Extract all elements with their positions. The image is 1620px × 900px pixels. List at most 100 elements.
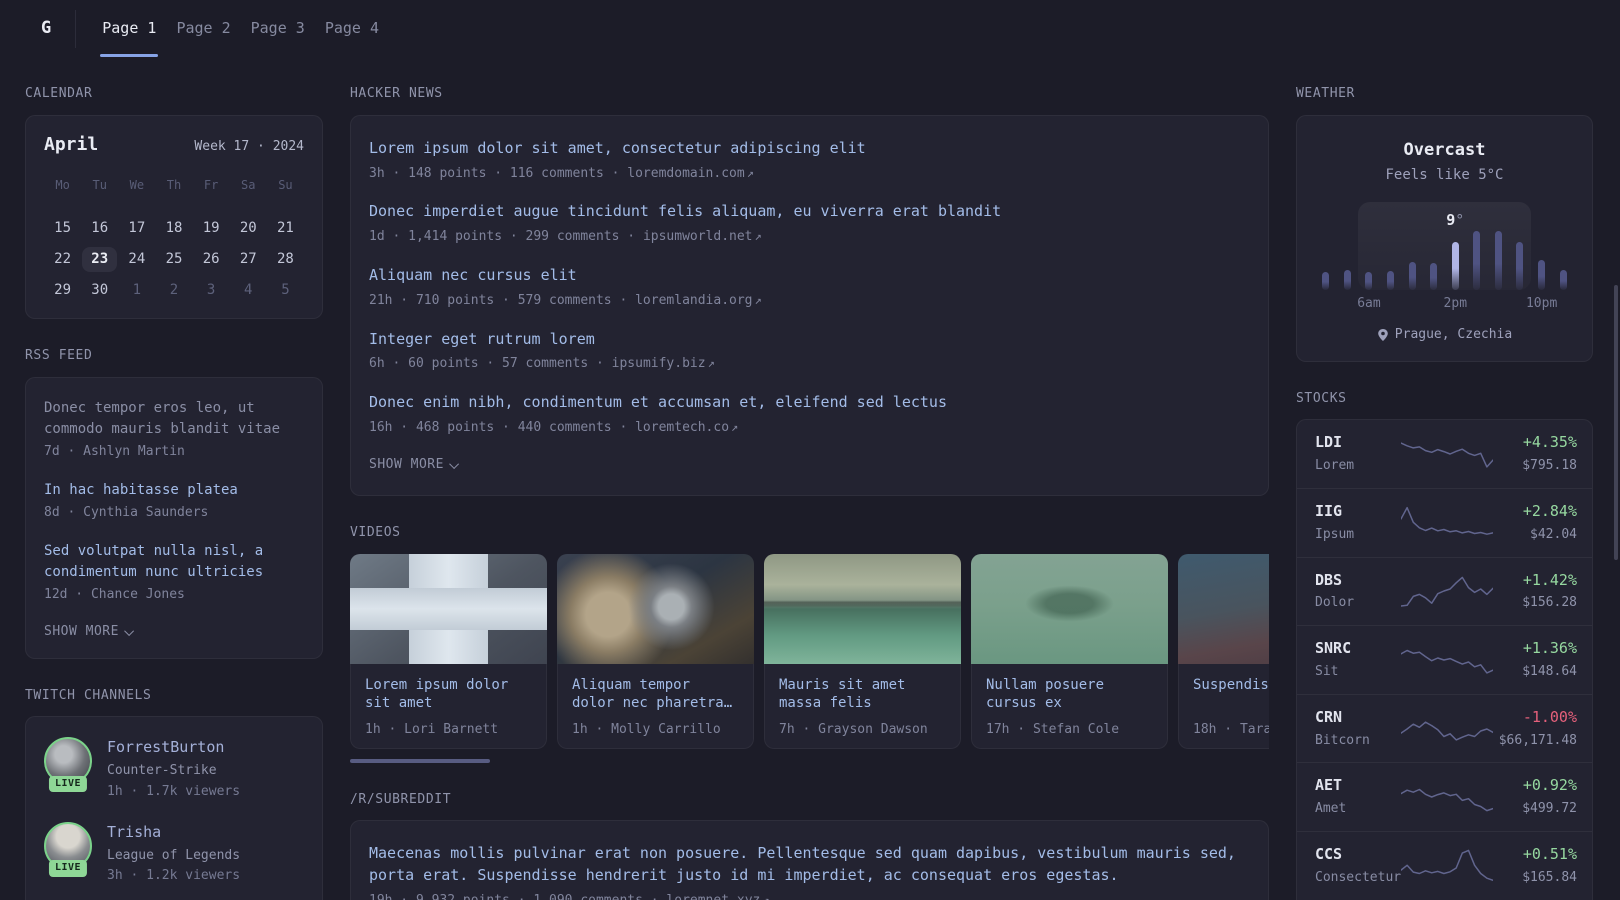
hackernews-item-source-link[interactable]: loremdomain.com <box>627 166 744 181</box>
weather-hourly-chart: 9° <box>1315 201 1574 290</box>
carousel-scrollbar-thumb[interactable] <box>350 758 490 763</box>
twitch-channel-row[interactable]: LIVE Trisha League of Legends 3h · 1.2k … <box>44 821 304 886</box>
video-card-body: Aliquam tempor dolor nec pharetra… 1h · … <box>557 663 754 749</box>
video-card[interactable]: Aliquam tempor dolor nec pharetra… 1h · … <box>557 553 754 749</box>
hackernews-item-source-link[interactable]: ipsumify.biz <box>612 356 706 371</box>
stock-price: $165.84 <box>1522 869 1577 885</box>
hackernews-item-meta: 1d · 1,414 points · 299 comments · ipsum… <box>369 229 762 245</box>
stock-row[interactable]: IIG Ipsum +2.84% $42.04 <box>1297 488 1592 557</box>
external-link-icon: ↗ <box>762 892 770 900</box>
rss-item-title[interactable]: In hac habitasse platea <box>44 480 304 502</box>
stock-row[interactable]: CCS Consectetur +0.51% $165.84 <box>1297 831 1592 900</box>
stock-row[interactable]: SNRC Sit +1.36% $148.64 <box>1297 625 1592 694</box>
stock-identity: LDI Lorem <box>1315 432 1401 476</box>
weather-temperature-bar <box>1343 269 1351 290</box>
hackernews-item-title[interactable]: Aliquam nec cursus elit <box>369 265 1250 287</box>
weather-temperature-bar <box>1516 241 1524 290</box>
calendar-weekday: Th <box>166 177 182 192</box>
weather-condition: Overcast <box>1403 139 1486 160</box>
page-tab[interactable]: Page 4 <box>323 0 381 57</box>
weather-bar-slot <box>1358 202 1380 290</box>
calendar-day: 5 <box>281 282 290 299</box>
video-card[interactable]: Suspendisse diam 18h · Tara <box>1178 553 1269 749</box>
reddit-post-source-link[interactable]: loremnet.xyz <box>666 893 760 900</box>
page-scrollbar-thumb[interactable] <box>1614 285 1618 560</box>
hackernews-item-title[interactable]: Donec imperdiet augue tincidunt felis al… <box>369 201 1250 223</box>
stock-row[interactable]: DBS Dolor +1.42% $156.28 <box>1297 556 1592 626</box>
app-logo[interactable]: G <box>25 16 75 41</box>
video-title[interactable]: Aliquam tempor dolor nec pharetra… <box>572 676 739 713</box>
calendar-day: 15 <box>54 220 71 237</box>
rss-item-meta: 7d · Ashlyn Martin <box>44 444 185 460</box>
stock-row[interactable]: AET Amet +0.92% $499.72 <box>1297 762 1592 831</box>
stock-symbol: CRN <box>1315 707 1343 726</box>
hackernews-show-more-button[interactable]: SHOW MORE <box>369 456 1250 475</box>
rss-item-title[interactable]: Donec tempor eros leo, ut commodo mauris… <box>44 398 304 441</box>
external-link-icon: ↗ <box>754 292 762 307</box>
header-divider <box>75 9 77 48</box>
stock-name: Dolor <box>1315 595 1355 611</box>
hackernews-item-source-link[interactable]: ipsumworld.net <box>643 229 753 244</box>
weather-temperature-bar <box>1387 270 1395 290</box>
avatar: LIVE <box>44 737 92 793</box>
video-thumbnail[interactable] <box>764 553 961 664</box>
middle-column: HACKER NEWS Lorem ipsum dolor sit amet, … <box>350 57 1269 900</box>
rss-item-title[interactable]: Sed volutpat nulla nisl, a condimentum n… <box>44 541 304 584</box>
page-tab[interactable]: Page 2 <box>174 0 232 57</box>
weather-time-label: 6am <box>1357 295 1381 311</box>
video-title[interactable]: Lorem ipsum dolor sit amet consectetu… <box>365 676 532 713</box>
video-title[interactable]: Nullam posuere cursus ex <box>986 676 1153 713</box>
stock-symbol: IIG <box>1315 502 1343 521</box>
video-card-body: Suspendisse diam 18h · Tara <box>1178 663 1269 749</box>
calendar-day: 3 <box>206 282 216 299</box>
video-card[interactable]: Lorem ipsum dolor sit amet consectetu… 1… <box>350 553 547 749</box>
stock-row[interactable]: LDI Lorem +4.35% $795.18 <box>1297 420 1592 488</box>
weather-bar-slot <box>1315 202 1337 290</box>
video-card-body: Lorem ipsum dolor sit amet consectetu… 1… <box>350 663 547 749</box>
video-title[interactable]: Mauris sit amet massa felis <box>779 676 946 713</box>
video-title[interactable]: Suspendisse diam <box>1193 676 1269 713</box>
stock-price: $156.28 <box>1522 595 1577 611</box>
stock-price: $42.04 <box>1530 526 1577 542</box>
stock-name: Bitcorn <box>1315 732 1370 748</box>
video-thumbnail[interactable] <box>350 553 547 664</box>
hackernews-item-source-link[interactable]: loremlandia.org <box>635 293 752 308</box>
video-thumbnail[interactable] <box>1178 553 1269 664</box>
weather-temperature-bar <box>1322 271 1330 290</box>
stock-symbol: AET <box>1315 776 1343 795</box>
hackernews-item: Lorem ipsum dolor sit amet, consectetur … <box>369 138 1250 184</box>
video-thumbnail[interactable] <box>971 553 1168 664</box>
stock-sparkline <box>1401 506 1493 535</box>
video-card[interactable]: Nullam posuere cursus ex 17h · Stefan Co… <box>971 553 1168 749</box>
hackernews-item-source-link[interactable]: loremtech.co <box>635 420 729 435</box>
rss-item: In hac habitasse platea 8d · Cynthia Sau… <box>44 480 304 523</box>
hackernews-item-title[interactable]: Integer eget rutrum lorem <box>369 329 1250 351</box>
hackernews-item-title[interactable]: Donec enim nibh, condimentum et accumsan… <box>369 392 1250 414</box>
weather-bar-slot <box>1552 202 1574 290</box>
twitch-channel-name[interactable]: Trisha <box>107 822 240 844</box>
rss-show-more-button[interactable]: SHOW MORE <box>44 623 304 642</box>
stock-row[interactable]: CRN Bitcorn -1.00% $66,171.48 <box>1297 693 1592 763</box>
twitch-widget: LIVE ForrestBurton Counter-Strike 1h · 1… <box>25 716 323 900</box>
video-card[interactable]: Mauris sit amet massa felis 7h · Grayson… <box>764 553 961 749</box>
stock-name: Ipsum <box>1315 526 1355 542</box>
stock-change-percent: +1.42% <box>1522 570 1577 589</box>
weather-bar-slot <box>1423 202 1445 290</box>
current-temperature-label: 9° <box>1446 211 1465 230</box>
calendar-day: 2 <box>169 282 179 299</box>
page-tab[interactable]: Page 1 <box>100 0 159 57</box>
calendar-weekday: We <box>129 177 145 192</box>
calendar-weekday: Fr <box>203 177 219 192</box>
twitch-channel-info: Trisha League of Legends 3h · 1.2k viewe… <box>107 822 240 886</box>
reddit-post-title[interactable]: Maecenas mollis pulvinar erat non posuer… <box>369 843 1250 887</box>
twitch-channel-row[interactable]: LIVE ForrestBurton Counter-Strike 1h · 1… <box>44 737 304 801</box>
stocks-list: LDI Lorem +4.35% $795.18 IIG Ipsum +2.84… <box>1297 420 1592 900</box>
twitch-channel-name[interactable]: ForrestBurton <box>107 737 240 759</box>
page-tab[interactable]: Page 3 <box>249 0 307 57</box>
stock-identity: CRN Bitcorn <box>1315 707 1401 751</box>
stock-identity: AET Amet <box>1315 775 1401 819</box>
twitch-channel-info: ForrestBurton Counter-Strike 1h · 1.7k v… <box>107 737 240 801</box>
hackernews-item-title[interactable]: Lorem ipsum dolor sit amet, consectetur … <box>369 138 1250 160</box>
hackernews-item: Donec enim nibh, condimentum et accumsan… <box>369 392 1250 438</box>
video-thumbnail[interactable] <box>557 553 754 664</box>
